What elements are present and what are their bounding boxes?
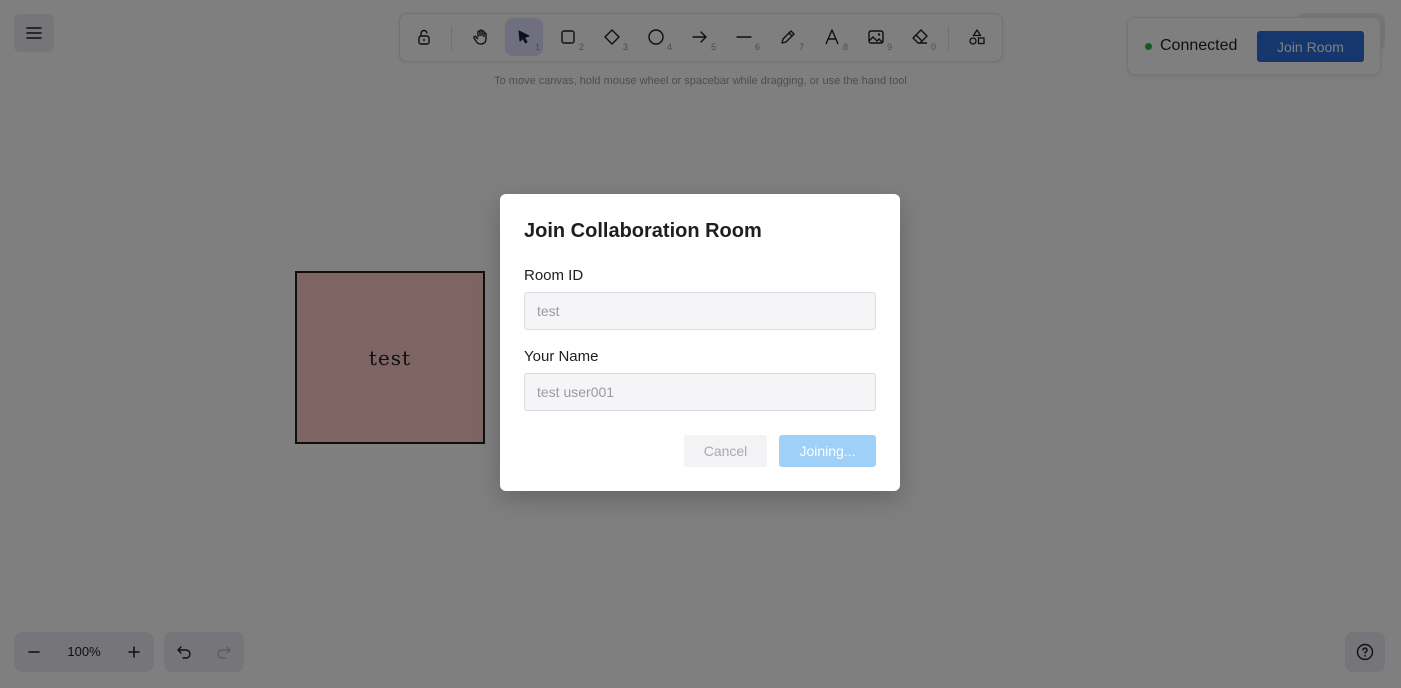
dialog-title: Join Collaboration Room bbox=[524, 220, 762, 242]
your-name-input[interactable] bbox=[524, 373, 876, 411]
join-room-dialog: Join Collaboration Room Room ID Your Nam… bbox=[500, 194, 900, 491]
joining-button[interactable]: Joining... bbox=[779, 435, 876, 467]
room-id-label: Room ID bbox=[524, 267, 584, 284]
cancel-button[interactable]: Cancel bbox=[684, 435, 767, 467]
your-name-label: Your Name bbox=[524, 348, 599, 365]
room-id-input[interactable] bbox=[524, 292, 876, 330]
